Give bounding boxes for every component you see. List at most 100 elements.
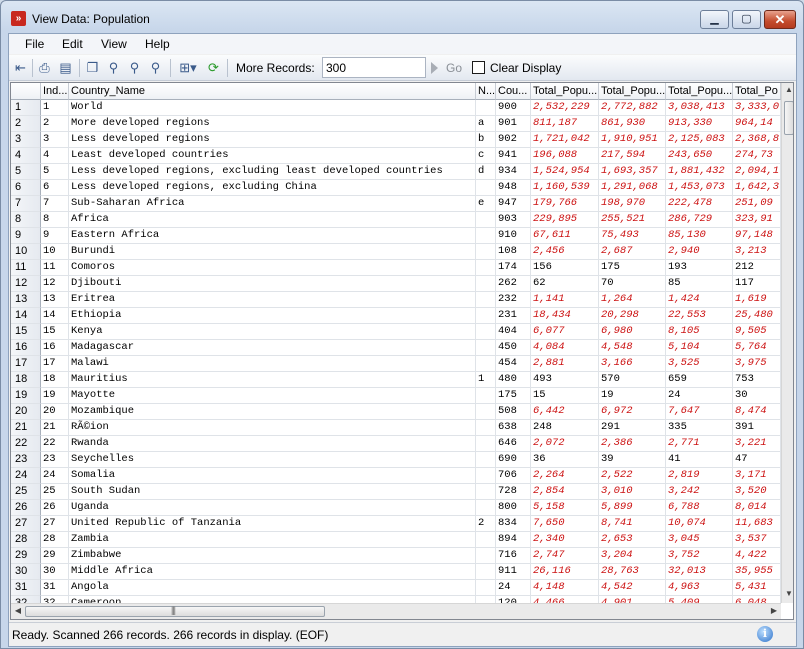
table-row[interactable]: 7 7 Sub-Saharan Africa e 947 179,766 198,970 22…: [11, 196, 781, 212]
cell-country-code[interactable]: 900: [496, 100, 531, 116]
cell-total-pop-3[interactable]: 2,125,083: [666, 132, 733, 148]
cell-total-pop-3[interactable]: 193: [666, 260, 733, 276]
cell-total-pop-4[interactable]: 391: [733, 420, 781, 436]
cell-index[interactable]: 3: [41, 132, 69, 148]
cell-country-code[interactable]: 480: [496, 372, 531, 388]
cell-total-pop-2[interactable]: 2,522: [599, 468, 666, 484]
cell-country-name[interactable]: Malawi: [69, 356, 476, 372]
cell-total-pop-1[interactable]: 2,264: [531, 468, 599, 484]
cell-total-pop-2[interactable]: 861,930: [599, 116, 666, 132]
cell-total-pop-1[interactable]: 62: [531, 276, 599, 292]
cell-note[interactable]: [476, 532, 496, 548]
cell-country-name[interactable]: Madagascar: [69, 340, 476, 356]
cell-note[interactable]: [476, 484, 496, 500]
cell-country-name[interactable]: United Republic of Tanzania: [69, 516, 476, 532]
cell-note[interactable]: a: [476, 116, 496, 132]
cell-total-pop-1[interactable]: 6,077: [531, 324, 599, 340]
cell-total-pop-3[interactable]: 1,453,073: [666, 180, 733, 196]
row-number[interactable]: 13: [11, 292, 41, 308]
table-row[interactable]: 12 12 Djibouti 262 62 70 85 117: [11, 276, 781, 292]
cell-total-pop-3[interactable]: 5,409: [666, 596, 733, 603]
cell-total-pop-3[interactable]: 85: [666, 276, 733, 292]
cell-country-code[interactable]: 231: [496, 308, 531, 324]
cell-total-pop-4[interactable]: 3,221: [733, 436, 781, 452]
table-row[interactable]: 5 5 Less developed regions, excluding leas…: [11, 164, 781, 180]
print-icon[interactable]: ⎙: [36, 59, 53, 76]
cell-note[interactable]: d: [476, 164, 496, 180]
cell-index[interactable]: 7: [41, 196, 69, 212]
cell-country-code[interactable]: 232: [496, 292, 531, 308]
row-number[interactable]: 16: [11, 340, 41, 356]
cell-total-pop-4[interactable]: 5,764: [733, 340, 781, 356]
cell-country-code[interactable]: 800: [496, 500, 531, 516]
cell-index[interactable]: 15: [41, 324, 69, 340]
cell-total-pop-1[interactable]: 36: [531, 452, 599, 468]
cell-country-code[interactable]: 834: [496, 516, 531, 532]
cell-total-pop-3[interactable]: 3,045: [666, 532, 733, 548]
cell-note[interactable]: [476, 356, 496, 372]
row-number[interactable]: 20: [11, 404, 41, 420]
cell-total-pop-2[interactable]: 39: [599, 452, 666, 468]
cell-total-pop-3[interactable]: 6,788: [666, 500, 733, 516]
cell-country-name[interactable]: Sub-Saharan Africa: [69, 196, 476, 212]
cell-country-code[interactable]: 728: [496, 484, 531, 500]
cell-country-code[interactable]: 948: [496, 180, 531, 196]
row-number[interactable]: 4: [11, 148, 41, 164]
table-row[interactable]: 28 28 Zambia 894 2,340 2,653 3,045 3,537: [11, 532, 781, 548]
table-row[interactable]: 30 30 Middle Africa 911 26,116 28,763 32,013 35…: [11, 564, 781, 580]
cell-country-code[interactable]: 108: [496, 244, 531, 260]
vertical-scroll-thumb[interactable]: [784, 101, 793, 135]
cell-total-pop-3[interactable]: 10,074: [666, 516, 733, 532]
row-number[interactable]: 6: [11, 180, 41, 196]
info-icon[interactable]: i: [757, 626, 773, 642]
find-previous-icon[interactable]: ⚲: [147, 59, 164, 76]
cell-country-name[interactable]: Angola: [69, 580, 476, 596]
cell-total-pop-2[interactable]: 291: [599, 420, 666, 436]
cell-country-name[interactable]: Djibouti: [69, 276, 476, 292]
cell-total-pop-1[interactable]: 5,158: [531, 500, 599, 516]
cell-index[interactable]: 4: [41, 148, 69, 164]
cell-index[interactable]: 29: [41, 548, 69, 564]
cell-index[interactable]: 6: [41, 180, 69, 196]
cell-total-pop-4[interactable]: 8,474: [733, 404, 781, 420]
cell-total-pop-4[interactable]: 3,975: [733, 356, 781, 372]
cell-total-pop-3[interactable]: 41: [666, 452, 733, 468]
cell-total-pop-2[interactable]: 1,291,068: [599, 180, 666, 196]
column-header-country-name[interactable]: Country_Name: [69, 83, 476, 100]
cell-total-pop-2[interactable]: 255,521: [599, 212, 666, 228]
cell-country-name[interactable]: Africa: [69, 212, 476, 228]
cell-total-pop-2[interactable]: 19: [599, 388, 666, 404]
table-row[interactable]: 29 29 Zimbabwe 716 2,747 3,204 3,752 4,422: [11, 548, 781, 564]
row-number[interactable]: 23: [11, 452, 41, 468]
cell-total-pop-4[interactable]: 1,619: [733, 292, 781, 308]
cell-country-name[interactable]: Kenya: [69, 324, 476, 340]
cell-index[interactable]: 17: [41, 356, 69, 372]
cell-country-code[interactable]: 262: [496, 276, 531, 292]
cell-total-pop-3[interactable]: 1,424: [666, 292, 733, 308]
table-row[interactable]: 1 1 World 900 2,532,229 2,772,882 3,038,413 3,3…: [11, 100, 781, 116]
cell-country-code[interactable]: 175: [496, 388, 531, 404]
cell-index[interactable]: 10: [41, 244, 69, 260]
cell-country-code[interactable]: 716: [496, 548, 531, 564]
cell-total-pop-4[interactable]: 3,171: [733, 468, 781, 484]
refresh-icon[interactable]: ⟳: [205, 59, 222, 76]
columns-dropdown-icon[interactable]: ⊞▾: [175, 59, 201, 76]
cell-total-pop-1[interactable]: 18,434: [531, 308, 599, 324]
cell-total-pop-2[interactable]: 1,693,357: [599, 164, 666, 180]
title-bar[interactable]: » View Data: Population ▁ ▢ ✕: [1, 1, 803, 33]
find-next-icon[interactable]: ⚲: [126, 59, 143, 76]
cell-total-pop-4[interactable]: 3,333,0: [733, 100, 781, 116]
cell-total-pop-1[interactable]: 1,141: [531, 292, 599, 308]
cell-index[interactable]: 30: [41, 564, 69, 580]
cell-index[interactable]: 12: [41, 276, 69, 292]
cell-country-name[interactable]: South Sudan: [69, 484, 476, 500]
row-number[interactable]: 30: [11, 564, 41, 580]
cell-note[interactable]: c: [476, 148, 496, 164]
cell-total-pop-3[interactable]: 3,038,413: [666, 100, 733, 116]
cell-index[interactable]: 22: [41, 436, 69, 452]
cell-index[interactable]: 19: [41, 388, 69, 404]
export-icon[interactable]: ⇤: [12, 59, 29, 76]
cell-country-name[interactable]: Zimbabwe: [69, 548, 476, 564]
cell-total-pop-3[interactable]: 3,752: [666, 548, 733, 564]
cell-total-pop-1[interactable]: 67,611: [531, 228, 599, 244]
